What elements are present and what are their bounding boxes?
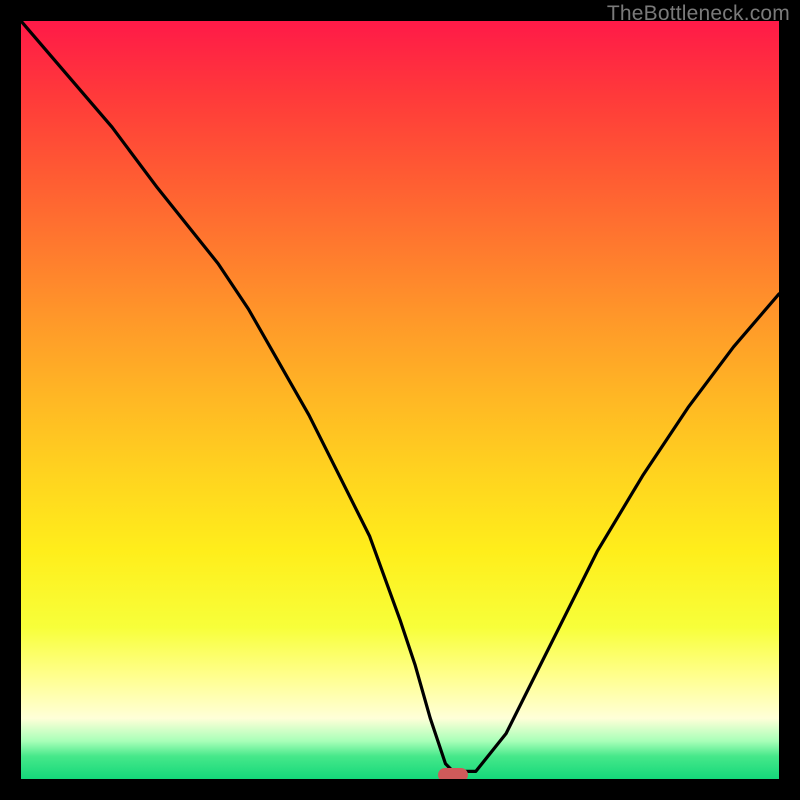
plot-area [21,21,779,779]
bottleneck-curve [21,21,779,779]
chart-frame: TheBottleneck.com [0,0,800,800]
minimum-marker [438,768,468,779]
